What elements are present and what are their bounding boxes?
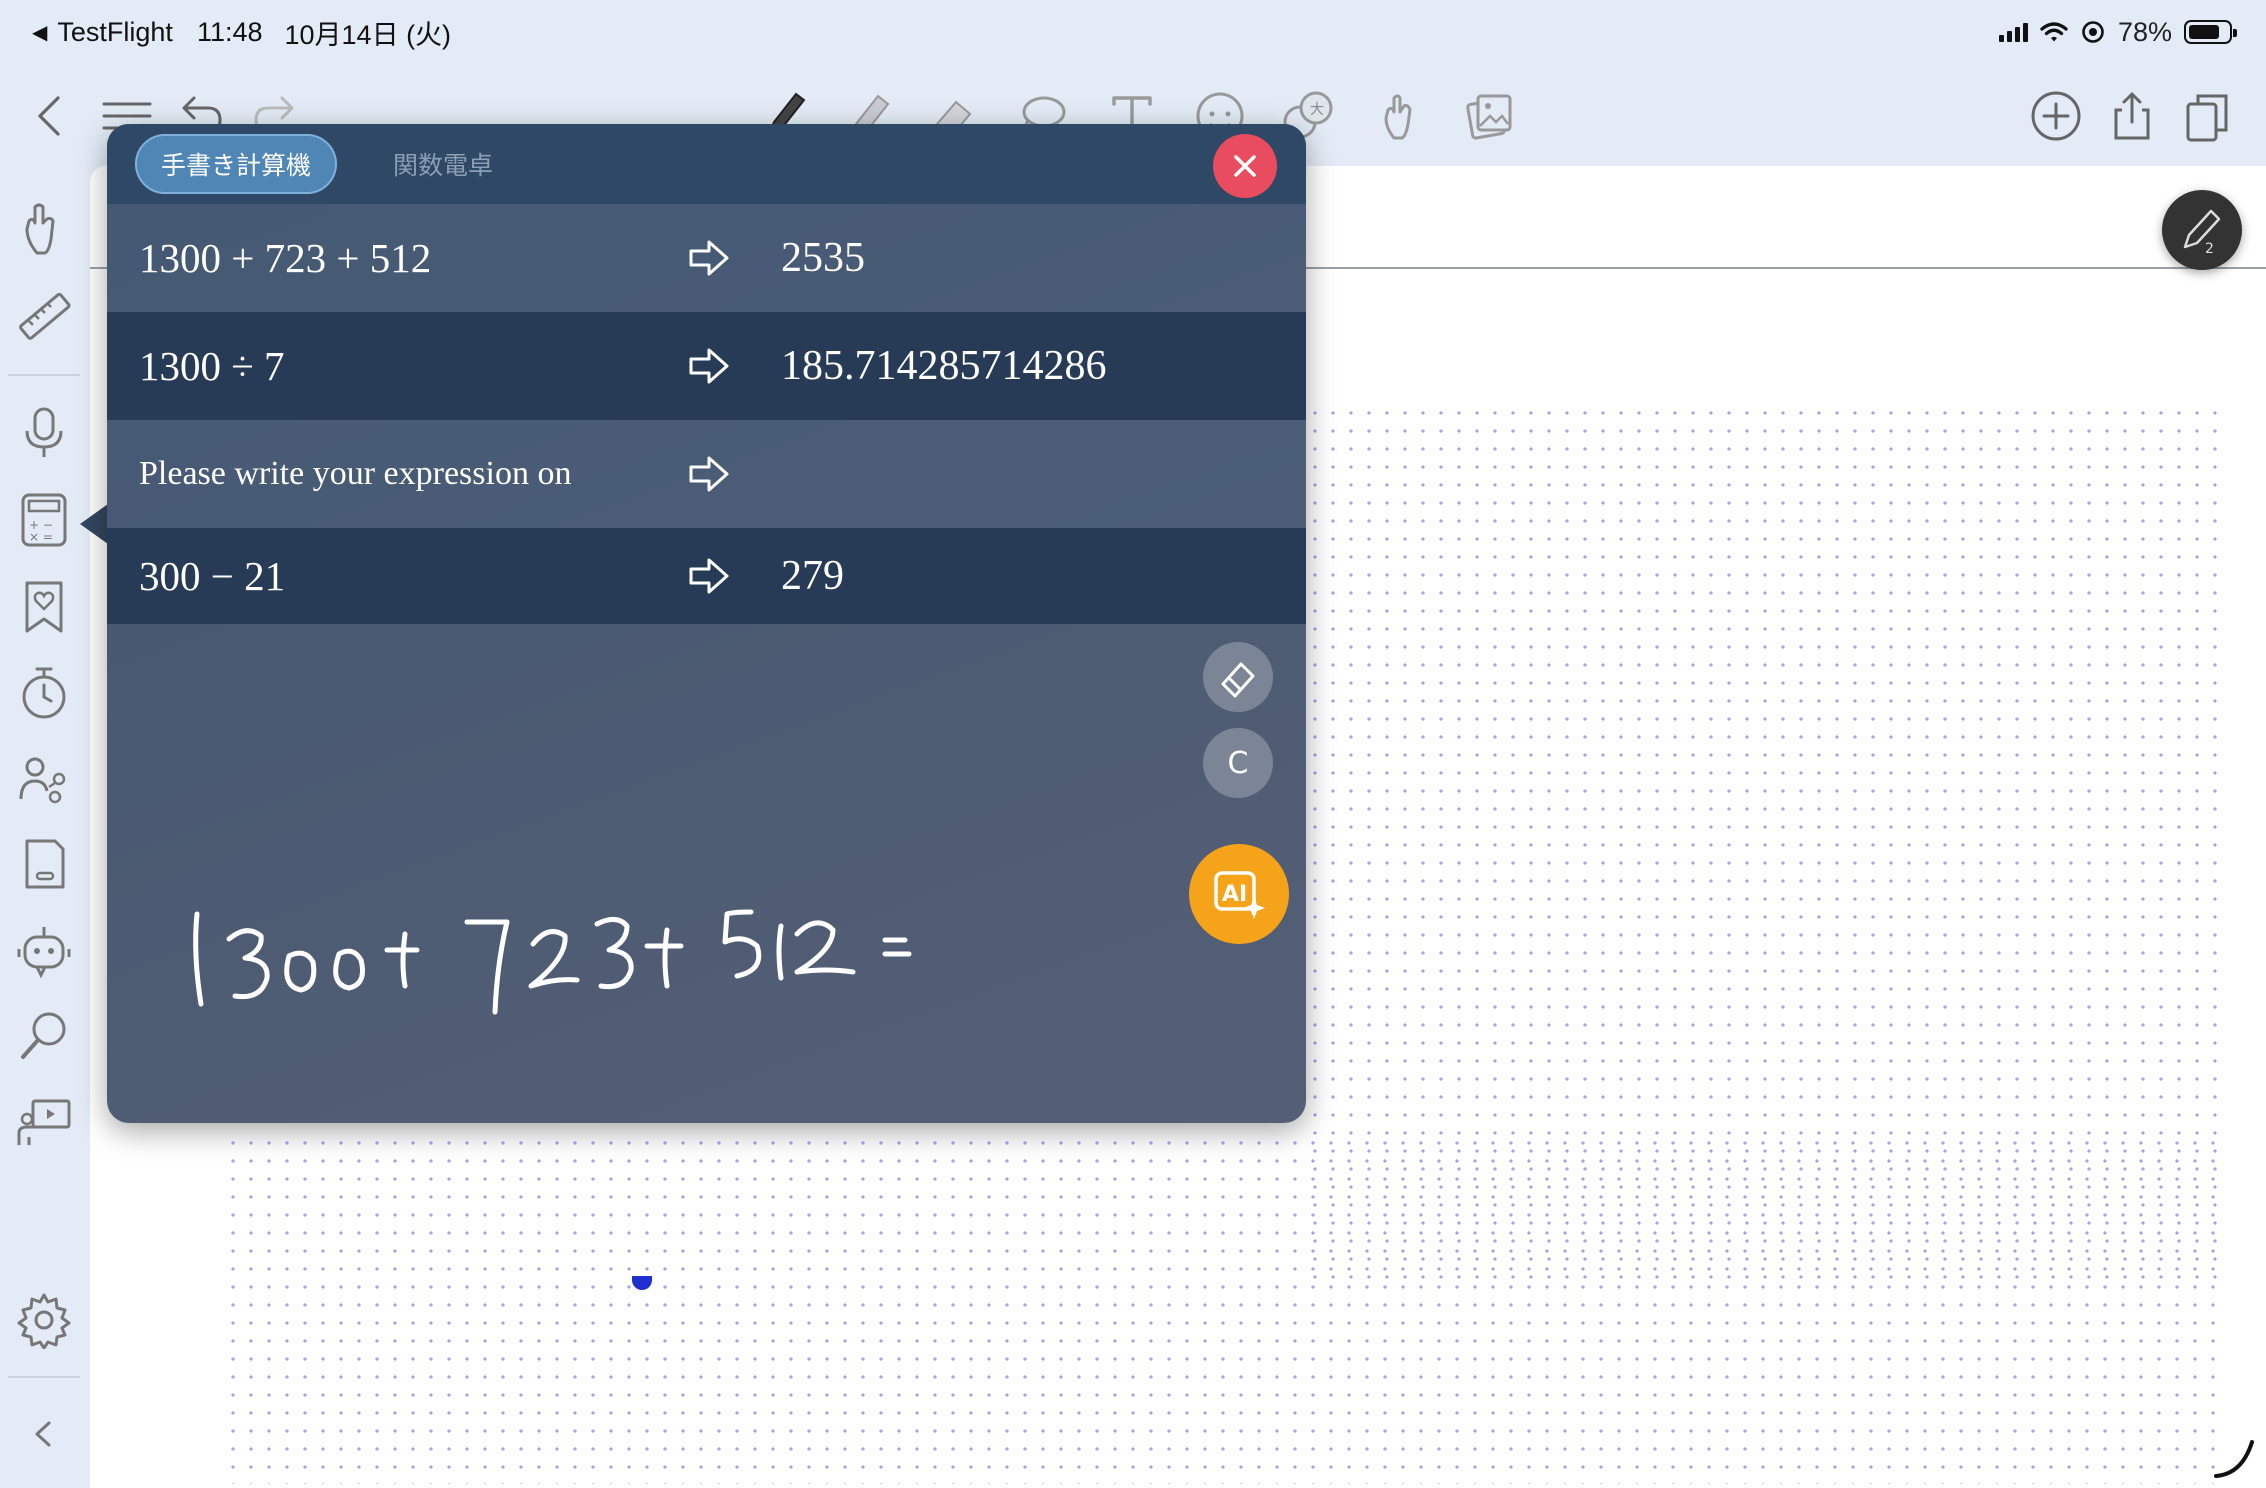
result-arrow-icon	[689, 348, 729, 384]
ai-solve-button[interactable]: AI	[1189, 844, 1289, 944]
result-arrow-icon	[689, 240, 729, 276]
history-row[interactable]: Please write your expression on	[107, 420, 1306, 528]
clear-button[interactable]: C	[1203, 728, 1273, 798]
robot-icon[interactable]	[12, 918, 76, 982]
add-page-icon[interactable]	[2026, 86, 2086, 146]
presentation-icon[interactable]	[12, 1090, 76, 1154]
history-list: 1300 + 723 + 512 2535 1300 ÷ 7 185.71428…	[107, 204, 1306, 624]
back-to-app-icon[interactable]: ◀	[32, 20, 47, 45]
ruler-icon[interactable]	[12, 284, 76, 348]
history-row[interactable]: 1300 ÷ 7 185.714285714286	[107, 312, 1306, 420]
pages-icon[interactable]	[2178, 86, 2238, 146]
history-result: 279	[781, 553, 844, 599]
history-result: 185.714285714286	[781, 343, 1107, 389]
history-expression: 300 − 21	[139, 553, 286, 599]
tab-scientific-calculator[interactable]: 関数電卓	[369, 134, 517, 194]
back-icon[interactable]	[22, 86, 82, 146]
svg-text:大: 大	[1310, 102, 1324, 118]
hand-tool-icon[interactable]	[1370, 86, 1430, 146]
history-row[interactable]: 1300 + 723 + 512 2535	[107, 204, 1306, 312]
close-icon	[1234, 155, 1256, 177]
history-expression: 1300 + 723 + 512	[139, 235, 432, 281]
handwriting-input-area[interactable]	[177, 764, 1137, 1024]
history-result: 2535	[781, 235, 865, 281]
pen-indicator-label: 2	[2205, 241, 2214, 257]
sidebar-divider	[8, 1376, 80, 1378]
calculator-header: 手書き計算機 関数電卓	[107, 124, 1306, 204]
sidebar-divider	[8, 374, 80, 376]
hand-icon[interactable]	[12, 196, 76, 260]
dot-grid	[224, 1134, 2222, 1484]
share-icon[interactable]	[2102, 86, 2162, 146]
svg-text:× =: × =	[29, 530, 53, 544]
battery-percent: 78%	[2117, 16, 2172, 47]
eraser-button[interactable]	[1203, 642, 1273, 712]
tab-handwriting-calculator[interactable]: 手書き計算機	[135, 134, 338, 194]
result-arrow-icon	[689, 558, 729, 594]
svg-text:AI: AI	[1222, 882, 1247, 907]
cellular-signal-icon	[1998, 22, 2028, 42]
pen-indicator-button[interactable]: 2	[2162, 190, 2242, 270]
history-row[interactable]: 300 − 21 279	[107, 528, 1306, 624]
calculator-icon[interactable]: + − × =	[12, 488, 76, 552]
back-app-label[interactable]: TestFlight	[57, 17, 173, 48]
ai-sparkle-icon: AI	[1214, 871, 1265, 919]
battery-fill	[2189, 25, 2219, 39]
timer-icon[interactable]	[12, 660, 76, 724]
status-indicators: 78%	[1998, 0, 2237, 64]
search-icon[interactable]	[12, 1004, 76, 1068]
close-button[interactable]	[1213, 134, 1277, 198]
eraser-icon	[1221, 662, 1255, 698]
result-arrow-icon	[689, 456, 729, 492]
status-bar: ◀ TestFlight 11:48 10月14日 (火)	[0, 0, 2266, 64]
wifi-icon	[2040, 22, 2068, 42]
orientation-lock-icon	[2082, 21, 2104, 43]
settings-icon[interactable]	[12, 1288, 76, 1352]
history-expression: Please write your expression on	[139, 455, 572, 492]
image-icon[interactable]	[1458, 86, 1518, 146]
status-date: 10月14日 (火)	[284, 19, 452, 50]
collapse-icon[interactable]	[12, 1402, 76, 1466]
history-expression: 1300 ÷ 7	[139, 343, 285, 389]
battery-icon	[2184, 20, 2237, 44]
handwriting-calculator-panel: 手書き計算機 関数電卓 1300 + 723 + 512 2535 1300 ÷…	[107, 124, 1306, 1123]
left-sidebar: + − × =	[0, 164, 88, 1488]
microphone-icon[interactable]	[12, 400, 76, 464]
calculator-popover-pointer	[80, 504, 108, 544]
document-icon[interactable]	[12, 832, 76, 896]
bookmark-heart-icon[interactable]	[12, 574, 76, 638]
status-time: 11:48	[196, 16, 263, 47]
page-curl-icon[interactable]	[2212, 1436, 2256, 1480]
collaboration-icon[interactable]	[12, 746, 76, 810]
